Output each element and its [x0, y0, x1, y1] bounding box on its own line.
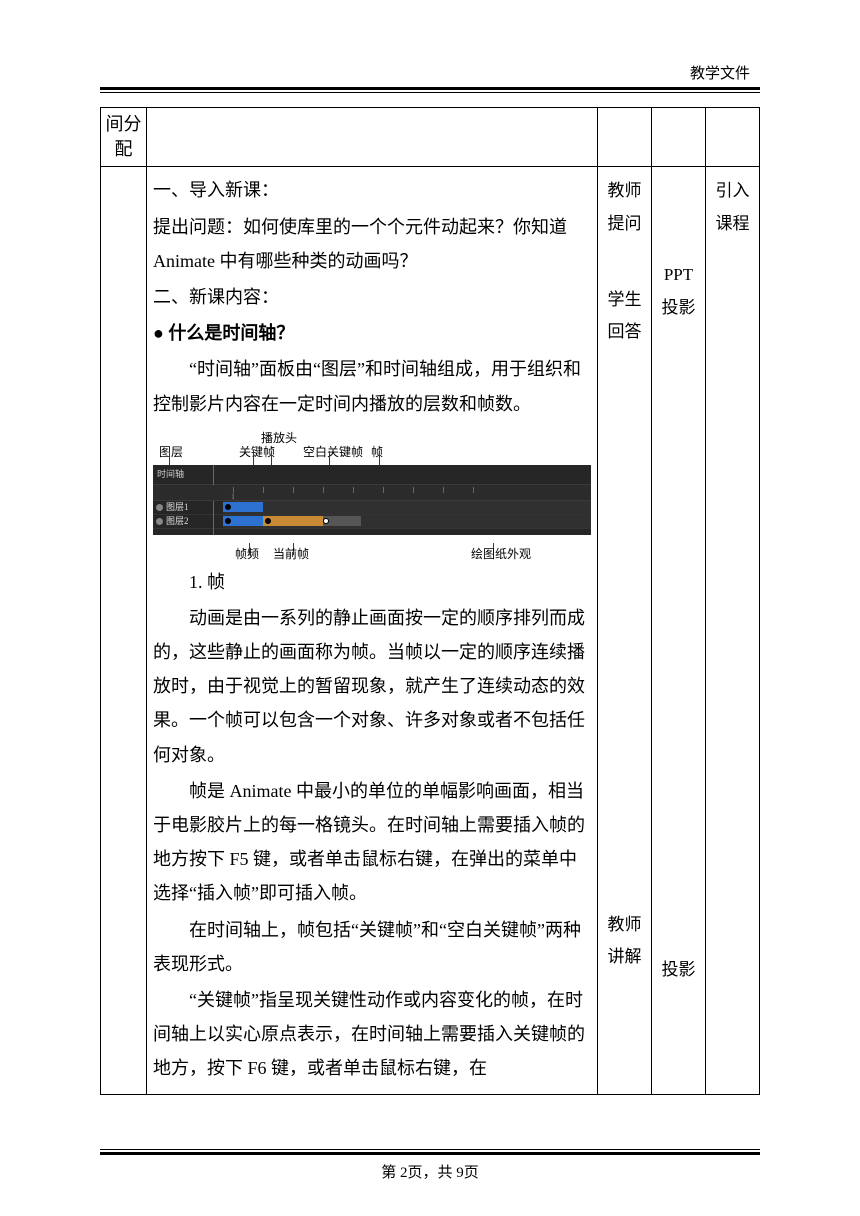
media-column: PPT投影 投影 [652, 167, 706, 1094]
header-doc-type: 教学文件 [100, 62, 760, 87]
main-content-cell: 一、导入新课： 提出问题：如何使库里的一个个元件动起来？你知道 Animate … [147, 167, 598, 1094]
col1-header: 间分配 [101, 108, 147, 167]
timeline-ruler: 1 [153, 485, 591, 501]
lesson-table: 间分配 一、导入新课： 提出问题：如何使库里的一个个元件动起来？你知道 Anim… [100, 107, 760, 1095]
media-projection: 投影 [658, 954, 699, 986]
footer-page-post: 页 [464, 1165, 479, 1181]
figure-top-labels: 图层 播放头 关键帧 空白关键帧 帧 [153, 427, 591, 465]
activity-teacher-explain: 教师讲解 [604, 909, 645, 974]
media-ppt: PPT投影 [658, 259, 699, 324]
col3-header [598, 108, 652, 167]
col2-header [147, 108, 598, 167]
frame-para-1: 动画是由一系列的静止画面按一定的顺序排列而成的，这些静止的画面称为帧。当帧以一定… [153, 601, 591, 772]
layer-visibility-icon [156, 504, 163, 511]
timeline-toolbar: 时间轴 [153, 465, 591, 485]
label-current-frame: 当前帧 [273, 543, 309, 566]
timeline-title: 时间轴 [157, 466, 184, 483]
table-header-row: 间分配 [101, 108, 760, 167]
callout-line [271, 451, 272, 465]
purpose-intro: 引入课程 [712, 175, 753, 240]
header-rule-thin [100, 92, 760, 93]
footer-page-pre: 第 [381, 1165, 400, 1181]
col1-body [101, 167, 147, 1094]
section-2-heading: 二、新课内容： [153, 280, 591, 314]
label-keyframe: 关键帧 [239, 441, 275, 464]
label-frame: 帧 [371, 441, 383, 464]
layer-visibility-icon [156, 518, 163, 525]
frame-para-2: 帧是 Animate 中最小的单位的单幅影响画面，相当于电影胶片上的每一格镜头。… [153, 774, 591, 911]
page-footer: 第 2页，共 9页 [100, 1135, 760, 1182]
frame-para-3: 在时间轴上，帧包括“关键帧”和“空白关键帧”两种表现形式。 [153, 913, 591, 981]
label-blank-keyframe: 空白关键帧 [303, 441, 363, 464]
activity-student-answer: 学生回答 [604, 284, 645, 349]
subsection-1-frame: 1. 帧 [153, 565, 591, 599]
callout-line [169, 451, 170, 465]
timeline-panel: 时间轴 1 图层1 [153, 465, 591, 535]
timeline-figure: 图层 播放头 关键帧 空白关键帧 帧 时间轴 [153, 427, 591, 561]
col5-header [706, 108, 760, 167]
callout-line [379, 451, 380, 465]
bullet-what-is-timeline: ● 什么是时间轴？ [153, 316, 591, 350]
callout-line [329, 451, 330, 465]
label-layer: 图层 [159, 441, 183, 464]
activity-teacher-ask: 教师提问 [604, 175, 645, 240]
intro-question: 提出问题：如何使库里的一个个元件动起来？你知道 Animate 中有哪些种类的动… [153, 210, 591, 278]
header-rule-thick [100, 87, 760, 90]
section-1-heading: 一、导入新课： [153, 173, 591, 207]
timeline-definition: “时间轴”面板由“图层”和时间轴组成，用于组织和控制影片内容在一定时间内播放的层… [153, 352, 591, 420]
figure-bottom-labels: 帧频 当前帧 绘图纸外观 [153, 535, 591, 561]
purpose-column: 引入课程 [706, 167, 760, 1094]
table-content-row: 一、导入新课： 提出问题：如何使库里的一个个元件动起来？你知道 Animate … [101, 167, 760, 1094]
footer-page-mid: 页，共 [407, 1165, 456, 1181]
frame-para-4: “关键帧”指呈现关键性动作或内容变化的帧，在时间轴上以实心原点表示，在时间轴上需… [153, 983, 591, 1086]
activity-column: 教师提问 学生回答 教师讲解 [598, 167, 652, 1094]
footer-page-total: 9 [456, 1165, 464, 1181]
label-onion-skin: 绘图纸外观 [471, 543, 531, 566]
label-frame-rate: 帧频 [235, 543, 259, 566]
col4-header [652, 108, 706, 167]
callout-line [253, 451, 254, 465]
timeline-layer-row: 图层2 [153, 515, 591, 529]
footer-rule-thick [100, 1152, 760, 1155]
footer-rule-thin [100, 1149, 760, 1150]
layer-name: 图层2 [166, 513, 189, 530]
